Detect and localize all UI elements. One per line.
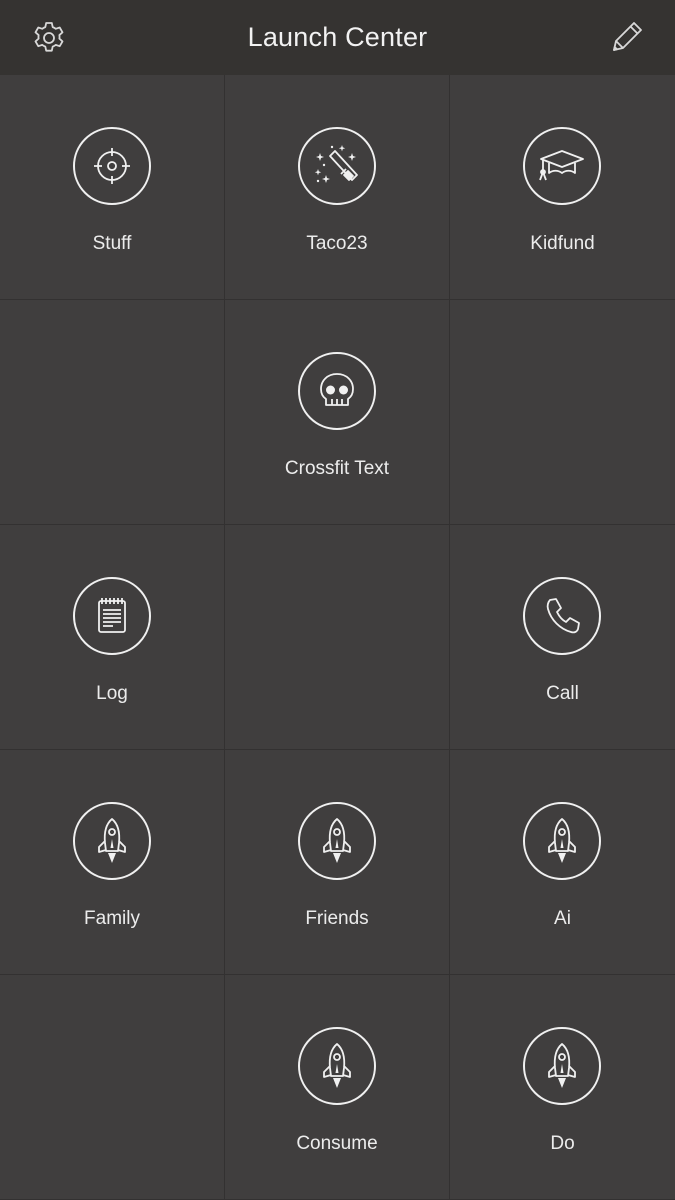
launcher-label: Do [550, 1133, 575, 1154]
launcher-cell-kidfund[interactable]: Kidfund [450, 75, 675, 300]
launcher-cell-crossfit-text[interactable]: Crossfit Text [225, 300, 450, 525]
launcher-icon [523, 127, 601, 205]
launcher-label: Stuff [92, 233, 132, 254]
rocket-icon [98, 818, 126, 863]
launcher-icon [73, 802, 151, 880]
rocket-icon [548, 818, 576, 863]
graduation-cap-icon [539, 150, 584, 181]
phone-icon [546, 598, 580, 634]
launcher-icon [523, 802, 601, 880]
rocket-icon [323, 1043, 351, 1088]
launcher-label: Call [546, 683, 579, 704]
launcher-label: Friends [305, 908, 369, 929]
launcher-label: Taco23 [306, 233, 368, 254]
launcher-icon [298, 1027, 376, 1105]
skull-icon [320, 373, 354, 406]
launcher-cell-friends[interactable]: Friends [225, 750, 450, 975]
launcher-cell-consume[interactable]: Consume [225, 975, 450, 1200]
launcher-cell-family[interactable]: Family [0, 750, 225, 975]
launcher-cell-log[interactable]: Log [0, 525, 225, 750]
launcher-icon [73, 127, 151, 205]
crosshair-icon [94, 148, 130, 184]
magic-wand-icon [314, 145, 358, 183]
rocket-icon [548, 1043, 576, 1088]
launcher-icon [73, 577, 151, 655]
launcher-label: Log [96, 683, 128, 704]
launcher-label: Family [84, 908, 140, 929]
pencil-icon [613, 22, 642, 51]
top-bar: Launch Center [0, 0, 675, 75]
launcher-label: Ai [554, 908, 571, 929]
launcher-icon [298, 127, 376, 205]
empty-slot[interactable] [0, 300, 225, 525]
empty-slot[interactable] [0, 975, 225, 1200]
rocket-icon [323, 818, 351, 863]
empty-slot[interactable] [450, 300, 675, 525]
launcher-cell-stuff[interactable]: Stuff [0, 75, 225, 300]
launcher-label: Crossfit Text [284, 458, 390, 479]
launcher-icon [523, 577, 601, 655]
launcher-icon [298, 802, 376, 880]
empty-slot[interactable] [225, 525, 450, 750]
launcher-cell-call[interactable]: Call [450, 525, 675, 750]
launcher-cell-do[interactable]: Do [450, 975, 675, 1200]
page-title: Launch Center [247, 22, 428, 52]
launcher-icon [298, 352, 376, 430]
launcher-icon [523, 1027, 601, 1105]
launcher-grid: Stuff Taco23 Kidfund Crossfit Text Log C… [0, 75, 675, 1200]
launcher-label: Consume [296, 1133, 378, 1154]
launcher-label: Kidfund [530, 233, 595, 254]
launcher-cell-ai[interactable]: Ai [450, 750, 675, 975]
notepad-icon [98, 598, 126, 633]
launcher-cell-taco23[interactable]: Taco23 [225, 75, 450, 300]
edit-button[interactable] [604, 16, 648, 60]
